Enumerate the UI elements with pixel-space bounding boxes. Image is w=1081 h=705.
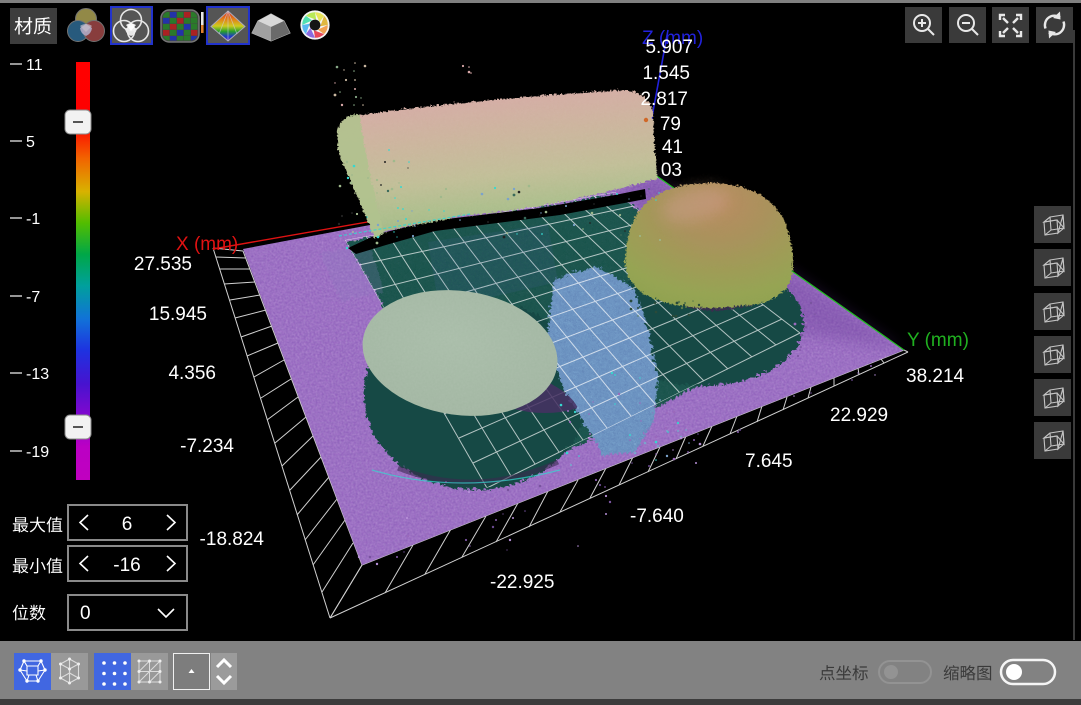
svg-text:-18.824: -18.824 [200,529,265,550]
svg-text:5.907: 5.907 [645,37,693,58]
svg-text:5: 5 [26,134,35,151]
svg-text:-7: -7 [26,289,40,306]
svg-text:-22.925: -22.925 [490,572,554,593]
svg-text:41: 41 [662,137,683,158]
svg-text:38.214: 38.214 [906,366,965,387]
svg-text:15.945: 15.945 [149,304,207,325]
svg-text:27.535: 27.535 [134,254,192,275]
svg-text:-13: -13 [26,366,49,383]
svg-text:-7.640: -7.640 [630,506,684,527]
svg-text:-1: -1 [26,211,40,228]
svg-text:7.645: 7.645 [745,451,793,472]
svg-text:1.545: 1.545 [642,63,690,84]
svg-text:2.817: 2.817 [640,89,688,110]
svg-text:Y (mm): Y (mm) [907,330,969,351]
svg-text:03: 03 [661,160,682,181]
svg-text:4.356: 4.356 [168,363,216,384]
svg-text:22.929: 22.929 [830,405,888,426]
svg-text:-19: -19 [26,444,49,461]
svg-text:6: 6 [122,514,133,535]
svg-text:0: 0 [80,603,91,624]
svg-text:79: 79 [660,114,681,135]
svg-text:-7.234: -7.234 [180,436,234,457]
svg-text:-16: -16 [113,555,140,576]
svg-text:X (mm): X (mm) [176,234,238,255]
svg-text:11: 11 [26,57,43,74]
